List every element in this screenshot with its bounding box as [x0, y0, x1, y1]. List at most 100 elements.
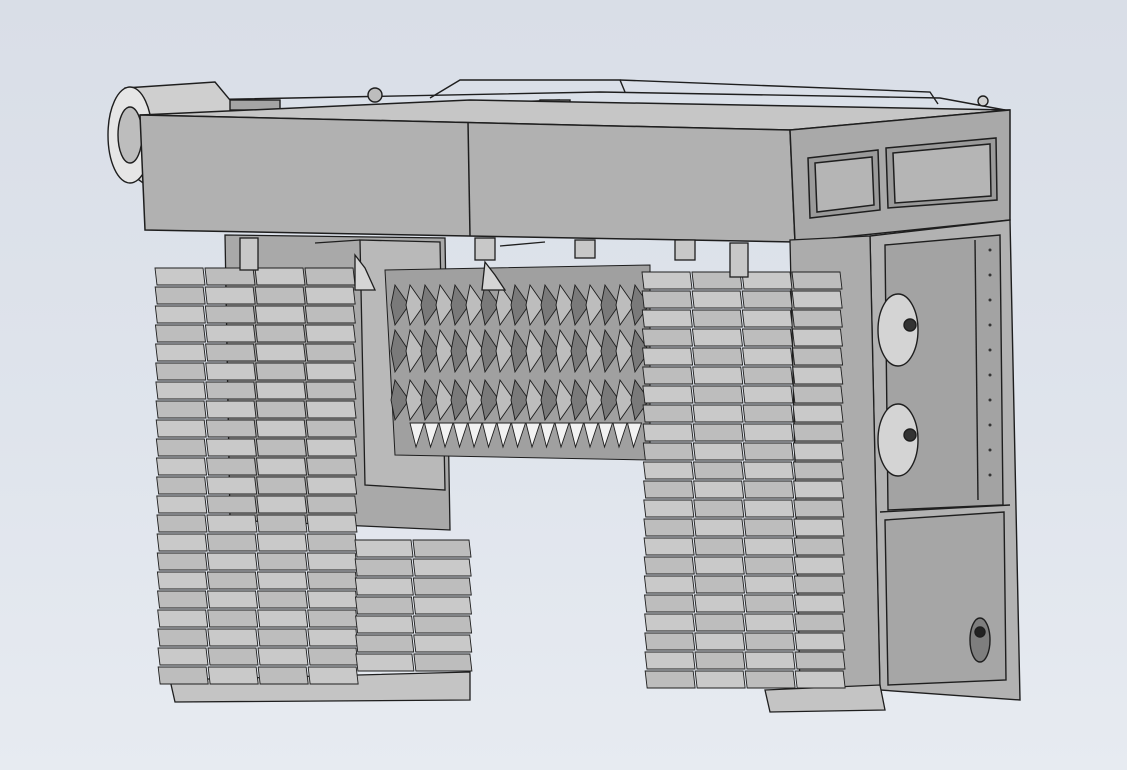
stack-fin — [642, 366, 694, 385]
stack-fin — [355, 634, 415, 653]
stack-fin — [305, 457, 358, 476]
stack-fin — [155, 457, 208, 476]
stack-fin — [157, 666, 209, 685]
cad-viewport[interactable] — [0, 0, 1127, 770]
stack-fin — [793, 518, 845, 537]
stack-fin — [644, 651, 696, 670]
stack-fin — [307, 609, 359, 628]
stack-fin — [694, 632, 746, 651]
stack-fin — [205, 419, 257, 438]
stack-fin — [792, 385, 844, 404]
stack-fin — [643, 537, 695, 556]
stack-fin — [692, 461, 745, 480]
stack-fin — [306, 571, 358, 590]
stack-fin — [644, 632, 696, 651]
stack-fin — [204, 286, 256, 305]
stack-fin — [794, 613, 846, 632]
stack-fin — [744, 613, 796, 632]
stack-fin — [156, 552, 208, 571]
stack-fin — [641, 290, 693, 309]
stack-fin — [741, 290, 793, 309]
stack-fin — [306, 476, 358, 495]
stack-fin — [793, 575, 845, 594]
stack-fin — [207, 628, 259, 647]
stack-fin — [691, 290, 743, 309]
stack-fin — [156, 476, 208, 495]
stack-fin — [254, 305, 306, 324]
stack-fin — [744, 651, 796, 670]
stack-fin — [791, 328, 843, 347]
stack-fin — [641, 328, 693, 347]
stack-fin — [305, 362, 357, 381]
stack-fin — [792, 442, 844, 461]
stack-fin — [793, 537, 845, 556]
stack-fin — [691, 328, 743, 347]
stack-fin — [694, 651, 746, 670]
stack-fin — [207, 609, 259, 628]
stack-fin — [642, 347, 694, 366]
stack-fin — [794, 670, 846, 689]
machine-3d-model — [107, 79, 1021, 713]
stack-fin — [742, 404, 794, 423]
stack-fin — [412, 596, 472, 615]
stack-fin — [742, 423, 794, 442]
stack-fin — [791, 309, 843, 328]
stack-fin — [742, 385, 794, 404]
stack-fin — [256, 495, 308, 514]
stack-fin — [254, 324, 306, 343]
stack-fin — [206, 514, 258, 533]
stack-fin — [693, 575, 745, 594]
stack-fin — [642, 385, 694, 404]
stack-fin — [743, 499, 795, 518]
stack-fin — [257, 609, 309, 628]
stack-fin — [692, 423, 744, 442]
stack-fin — [154, 267, 206, 286]
stack-fin — [207, 647, 259, 666]
stack-fin — [205, 343, 257, 362]
stack-fin — [254, 267, 306, 286]
stack-fin — [693, 499, 745, 518]
stack-fin — [305, 343, 357, 362]
stack-fin — [412, 539, 472, 558]
stack-fin — [255, 438, 307, 457]
stack-fin — [206, 571, 258, 590]
stack-fin — [743, 556, 795, 575]
stack-fin — [255, 362, 307, 381]
stack-fin — [644, 594, 696, 613]
stack-fin — [154, 286, 206, 305]
stack-fin — [742, 461, 795, 480]
stack-fin — [642, 461, 695, 480]
stack-fin — [791, 290, 843, 309]
stack-fin — [304, 324, 356, 343]
stack-fin — [205, 381, 257, 400]
stack-fin — [255, 343, 307, 362]
stack-fin — [693, 556, 745, 575]
stack-fin — [305, 419, 357, 438]
stack-fin — [642, 404, 694, 423]
stack-fin — [354, 539, 414, 558]
stack-fin — [257, 590, 309, 609]
stack-fin — [791, 271, 843, 290]
stack-fin — [257, 666, 309, 685]
stack-fin — [204, 305, 256, 324]
stack-fin — [692, 442, 744, 461]
stack-fin — [742, 366, 794, 385]
stack-fin — [306, 514, 358, 533]
stack-fin — [204, 324, 256, 343]
stack-fin — [693, 480, 745, 499]
stack-fin — [205, 457, 258, 476]
stack-fin — [156, 495, 208, 514]
stack-fin — [206, 552, 258, 571]
stack-fin — [354, 577, 414, 596]
stack-fin — [792, 404, 844, 423]
small-brush-stack — [354, 539, 473, 672]
stack-fin — [792, 461, 845, 480]
stack-fin — [644, 613, 696, 632]
stack-fin — [205, 362, 257, 381]
stack-fin — [643, 480, 695, 499]
stack-fin — [255, 400, 307, 419]
stack-fin — [256, 533, 308, 552]
stack-fin — [693, 537, 745, 556]
stack-fin — [355, 653, 415, 672]
stack-fin — [413, 653, 473, 672]
